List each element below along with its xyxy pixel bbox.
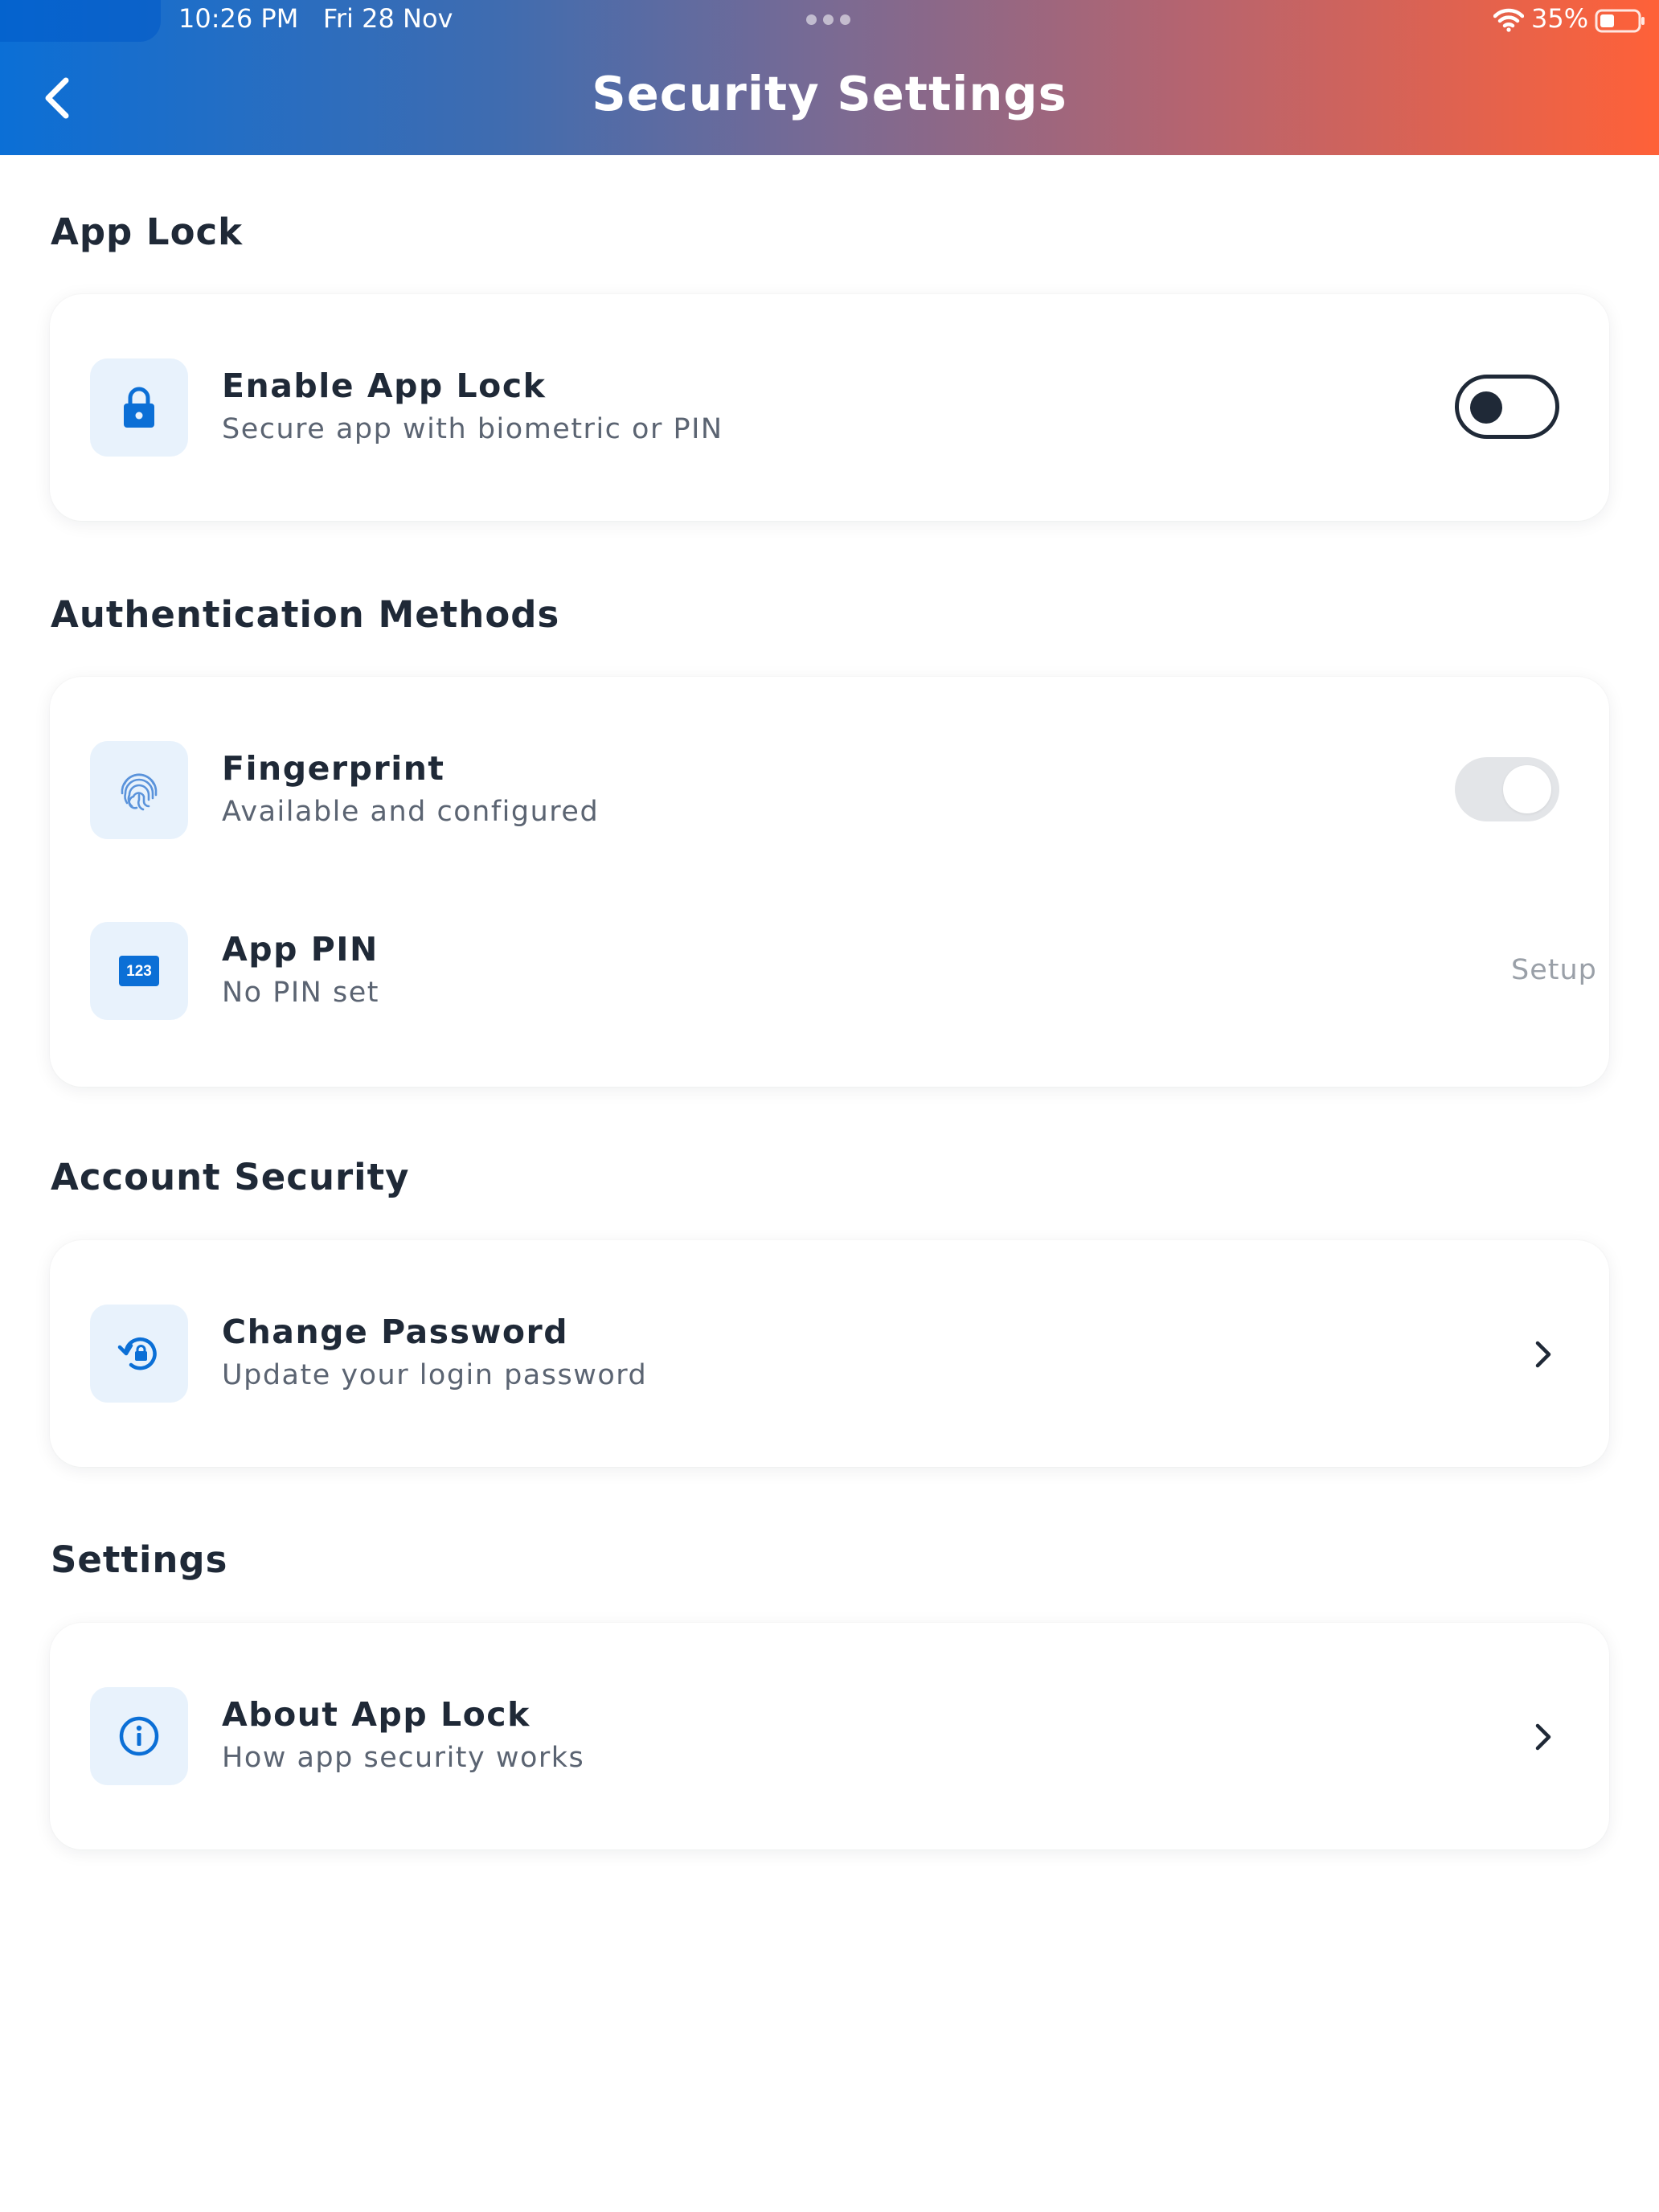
app-pin-title: App PIN	[222, 930, 379, 969]
enable-app-lock-subtitle: Secure app with biometric or PIN	[222, 413, 723, 445]
multitasking-dots-icon[interactable]	[806, 14, 850, 25]
chevron-right-icon	[1535, 1723, 1551, 1751]
chevron-right-icon	[1535, 1341, 1551, 1368]
lock-icon	[90, 358, 188, 457]
pin-setup-button[interactable]: Setup	[1511, 954, 1597, 986]
section-title-account-security: Account Security	[51, 1156, 410, 1198]
enable-app-lock-toggle[interactable]	[1455, 375, 1559, 439]
app-lock-card: Enable App Lock Secure app with biometri…	[50, 294, 1609, 521]
account-security-card: Change Password Update your login passwo…	[50, 1240, 1609, 1467]
app-pin-subtitle: No PIN set	[222, 977, 379, 1009]
battery-percent: 35%	[1531, 3, 1589, 34]
fingerprint-icon	[90, 741, 188, 839]
status-date: Fri 28 Nov	[322, 3, 453, 34]
app-pin-row[interactable]: 123 App PIN No PIN set Setup	[50, 922, 1609, 1022]
info-icon	[90, 1687, 188, 1785]
about-app-lock-row[interactable]: About App Lock How app security works	[50, 1687, 1609, 1787]
status-time: 10:26 PM	[178, 3, 299, 34]
toggle-knob	[1470, 391, 1502, 424]
change-password-title: Change Password	[222, 1313, 569, 1351]
change-password-row[interactable]: Change Password Update your login passwo…	[50, 1305, 1609, 1404]
enable-app-lock-title: Enable App Lock	[222, 367, 547, 405]
section-title-authentication-methods: Authentication Methods	[51, 593, 560, 636]
page-title: Security Settings	[592, 66, 1067, 121]
about-app-lock-subtitle: How app security works	[222, 1742, 585, 1774]
settings-card: About App Lock How app security works	[50, 1623, 1609, 1849]
pin-123-icon: 123	[90, 922, 188, 1020]
fingerprint-subtitle: Available and configured	[222, 796, 600, 828]
enable-app-lock-row[interactable]: Enable App Lock Secure app with biometri…	[50, 358, 1609, 458]
pin-icon-text: 123	[126, 963, 152, 980]
section-title-settings: Settings	[51, 1538, 228, 1581]
authentication-methods-card: Fingerprint Available and configured 123…	[50, 677, 1609, 1087]
wifi-icon	[1493, 8, 1524, 32]
about-app-lock-title: About App Lock	[222, 1695, 530, 1734]
battery-icon	[1595, 9, 1645, 33]
fingerprint-toggle[interactable]	[1455, 757, 1559, 821]
header-bar: 10:26 PM Fri 28 Nov 35% Security Setting…	[0, 0, 1659, 155]
lock-reset-icon	[90, 1305, 188, 1403]
fingerprint-row: Fingerprint Available and configured	[50, 741, 1609, 841]
toggle-knob	[1503, 765, 1551, 813]
change-password-subtitle: Update your login password	[222, 1359, 648, 1391]
section-title-app-lock: App Lock	[51, 211, 244, 253]
status-bar-clock: 10:26 PM Fri 28 Nov	[178, 3, 453, 34]
fingerprint-title: Fingerprint	[222, 749, 445, 788]
status-bar-indicator	[0, 0, 161, 42]
